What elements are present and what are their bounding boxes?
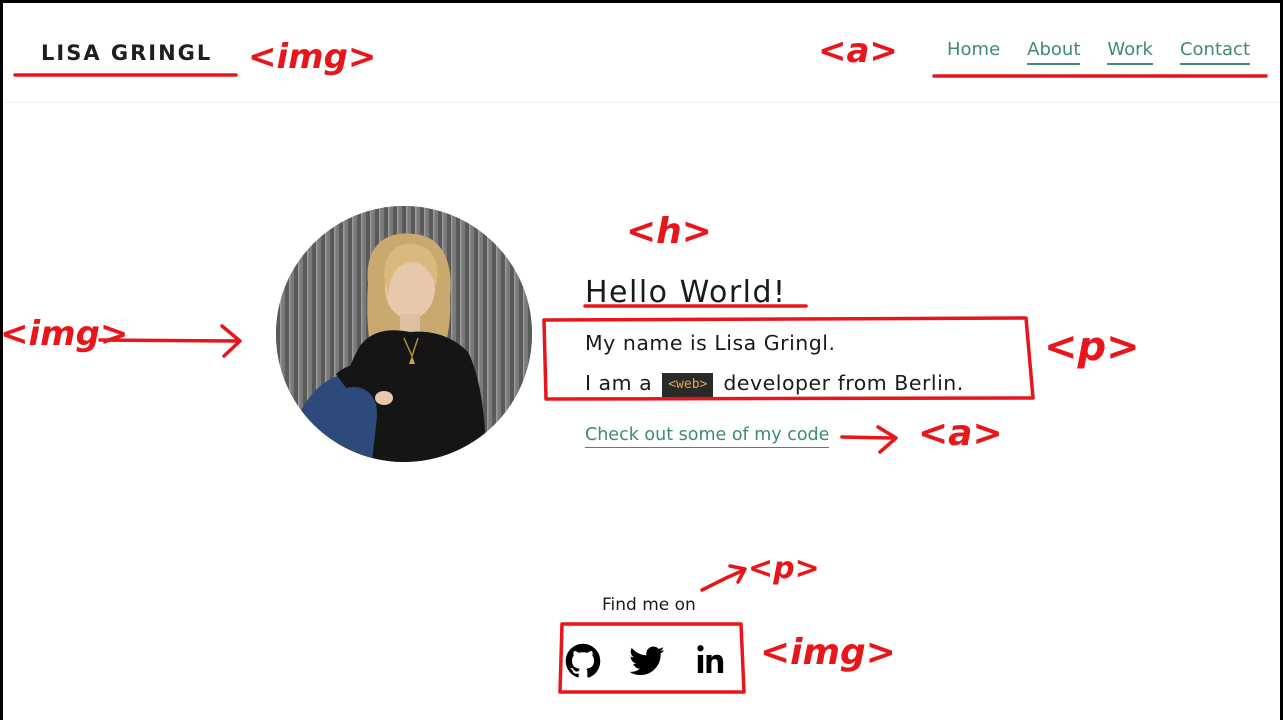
- github-link[interactable]: [565, 643, 601, 679]
- site-logo[interactable]: LISA GRINGL: [41, 41, 212, 65]
- linkedin-link[interactable]: [693, 643, 729, 679]
- nav-link-work[interactable]: Work: [1107, 39, 1153, 65]
- hello-heading: Hello World!: [585, 275, 787, 310]
- find-me-label: Find me on: [602, 595, 696, 615]
- social-links: [565, 643, 729, 679]
- nav-link-about[interactable]: About: [1027, 39, 1081, 65]
- twitter-icon: [629, 643, 665, 679]
- page: LISA GRINGL Home About Work Contact Hell…: [3, 3, 1280, 720]
- linkedin-icon: [693, 643, 729, 679]
- intro-prefix: I am a: [585, 371, 653, 395]
- site-header: LISA GRINGL Home About Work Contact: [3, 3, 1280, 103]
- intro-paragraph: My name is Lisa Gringl. I am a <web> dev…: [585, 323, 1035, 403]
- intro-line-role: I am a <web> developer from Berlin.: [585, 363, 1035, 403]
- twitter-link[interactable]: [629, 643, 665, 679]
- intro-suffix: developer from Berlin.: [723, 371, 964, 395]
- code-link[interactable]: Check out some of my code: [585, 425, 830, 448]
- github-icon: [565, 643, 601, 679]
- nav-link-home[interactable]: Home: [947, 39, 1000, 65]
- nav-link-contact[interactable]: Contact: [1179, 39, 1250, 65]
- intro-line-name: My name is Lisa Gringl.: [585, 331, 836, 355]
- web-tag-badge: <web>: [662, 373, 714, 397]
- main-nav: Home About Work Contact: [947, 39, 1250, 65]
- profile-photo: [276, 206, 532, 462]
